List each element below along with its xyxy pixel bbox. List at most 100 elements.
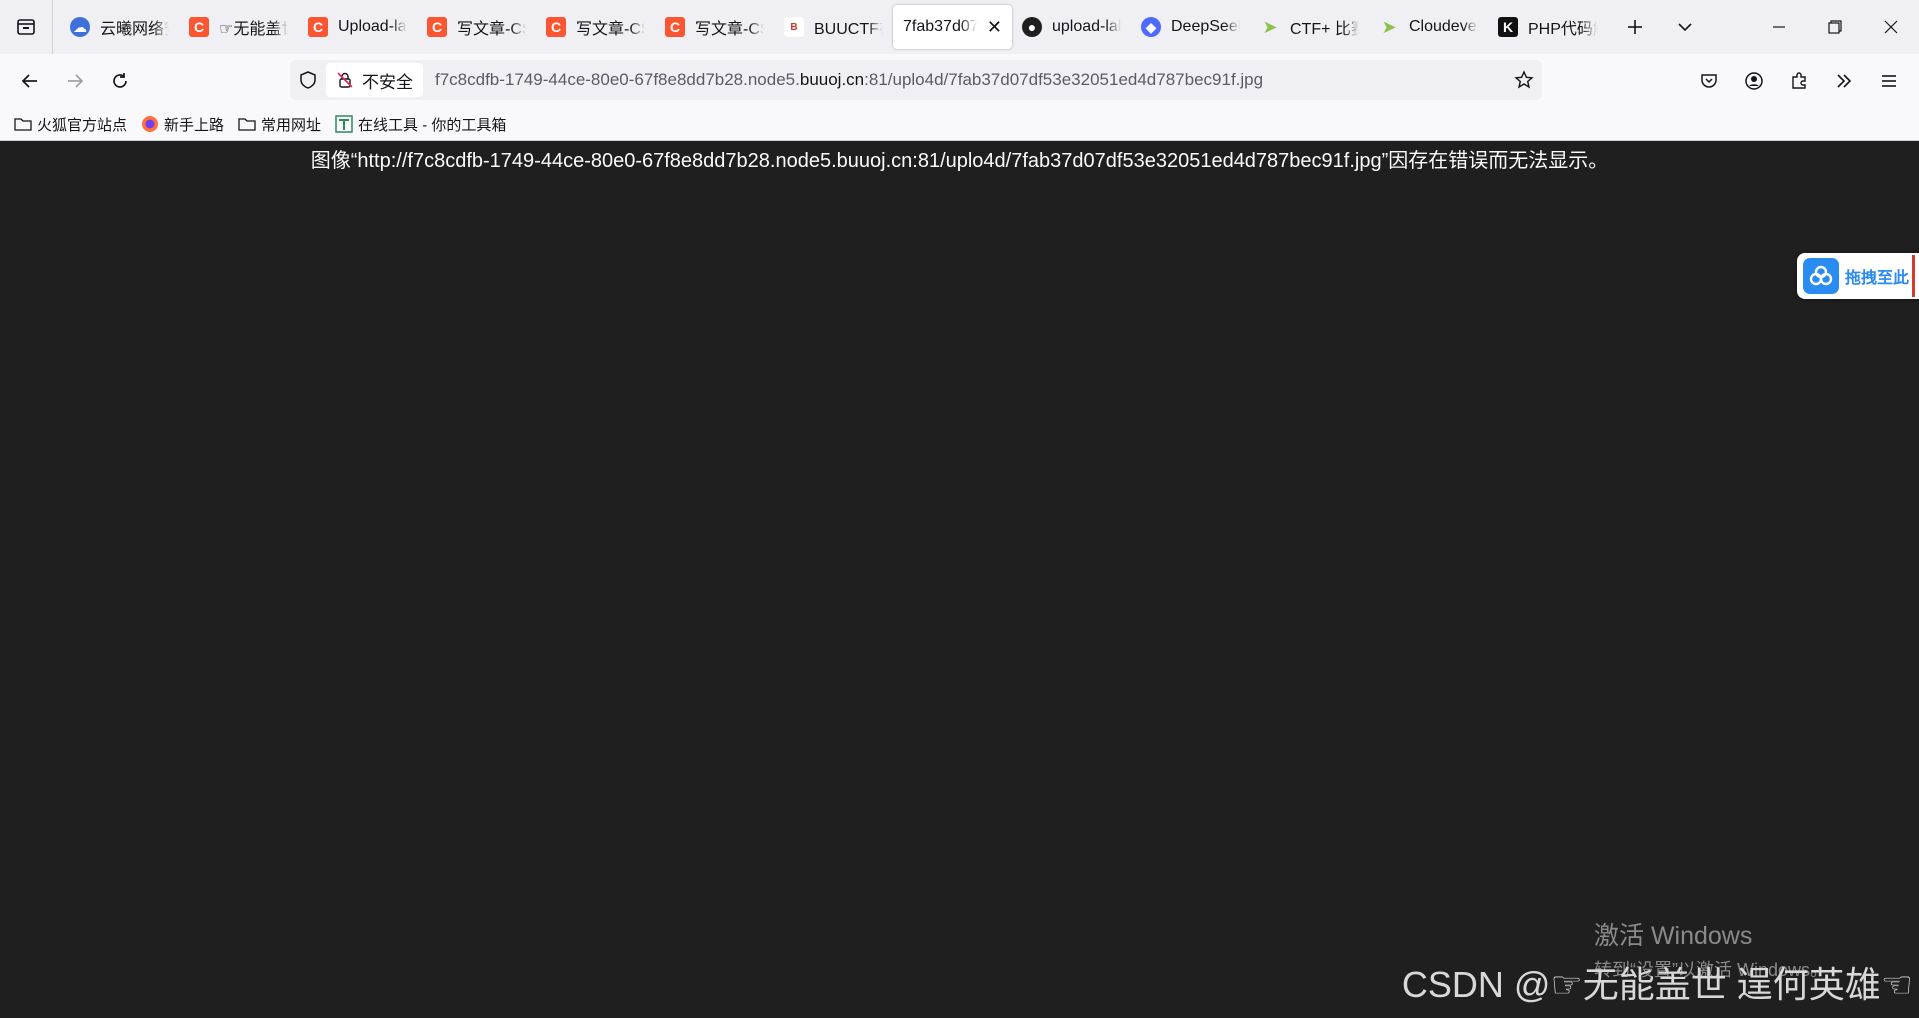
restore-icon [1828,20,1842,34]
account-icon [1745,72,1763,90]
netdisk-cloud-icon [1803,258,1839,294]
bookmark-firefox-official[interactable]: 火狐官方站点 [14,114,127,135]
navigation-toolbar: 不安全 f7c8cdfb-1749-44ce-80e0-67f8e8dd7b28… [0,54,1919,108]
cloud-icon: ☁ [70,17,90,37]
chevron-down-icon [1678,23,1692,32]
minimize-button[interactable] [1751,0,1807,54]
tab-buuctf[interactable]: B BUUCTF在线 [774,5,893,49]
minimize-icon [1773,26,1785,28]
tab-deepseek[interactable]: ◆ DeepSeek [1131,5,1250,49]
tab-write-article-1[interactable]: C 写文章-CSDN [417,5,536,49]
tab-write-article-2[interactable]: C 写文章-CSDN [536,5,655,49]
tab-label: upload-labs [1052,18,1121,35]
drop-widget-label: 拖拽至此 [1845,270,1910,287]
close-tab-icon[interactable]: ✕ [987,18,1002,36]
forward-button[interactable] [55,61,95,101]
csdn-icon: C [308,17,328,37]
bookmarks-toolbar: 火狐官方站点 新手上路 常用网址 在线工具 - 你的工具箱 [0,108,1919,141]
hamburger-icon [1882,75,1896,87]
arrow-right-icon [68,74,84,88]
shield-icon [300,71,316,89]
csdn-icon: C [427,17,447,37]
folder-icon [238,118,256,131]
insecure-label: 不安全 [362,72,413,92]
tab-strip: ☁云曦网络安全 C☞无能盖世 CUpload-labs C写文章-CSDN C写… [0,0,1919,54]
reload-button[interactable] [100,61,140,101]
reload-icon [113,73,127,88]
tracking-protection-button[interactable] [290,60,326,100]
plus-icon [1628,20,1642,34]
csdn-icon: C [546,17,566,37]
close-window-button[interactable] [1863,0,1919,54]
ctf-icon: ➤ [1381,16,1397,37]
tab-label: BUUCTF在线 [814,21,883,38]
activate-title: 激活 Windows [1594,922,1753,950]
deepseek-icon: ◆ [1141,17,1161,37]
tab-upload-labs-github[interactable]: ● upload-labs [1012,5,1131,49]
csdn-icon: C [665,17,685,37]
insecure-lock-icon [337,72,353,88]
list-all-tabs-button[interactable] [1665,7,1705,47]
tab-label: 写文章-CSDN [576,21,645,38]
tab-upload-labs-csdn[interactable]: C Upload-labs [298,5,417,49]
tab-label: CTF+ 比赛 [1290,21,1359,38]
connection-insecure-button[interactable]: 不安全 [326,63,423,97]
bookmark-label: 常用网址 [261,116,322,134]
tab-active-image[interactable]: 7fab37d07 ✕ [893,5,1012,49]
ctf-icon: ➤ [1262,16,1278,37]
firefox-icon [142,116,159,132]
tab-label: 写文章-CSDN [695,21,764,38]
csdn-icon: C [189,17,209,37]
drop-widget-edge [1912,255,1915,297]
star-icon [1514,70,1534,89]
bookmark-label: 新手上路 [164,116,225,134]
image-error-message: 图像“http://f7c8cdfb-1749-44ce-80e0-67f8e8… [310,150,1609,172]
bookmark-online-tools[interactable]: 在线工具 - 你的工具箱 [335,114,506,135]
url-bar[interactable]: 不安全 f7c8cdfb-1749-44ce-80e0-67f8e8dd7b28… [290,60,1542,100]
k-icon: K [1498,17,1518,37]
github-icon: ● [1022,17,1042,37]
tab-cloudeven[interactable]: ➤ Cloudeven [1369,5,1488,49]
bookmark-label: 火狐官方站点 [37,116,128,134]
double-chevron-right-icon [1837,74,1852,88]
bookmark-getting-started[interactable]: 新手上路 [141,114,224,135]
firefox-view-icon [17,19,35,35]
tab-yunxi[interactable]: ☁ 云曦网络安全 [60,5,179,49]
tab-label: Cloudeven [1409,18,1478,35]
tab-write-article-3[interactable]: C 写文章-CSDN [655,5,774,49]
folder-icon [14,118,32,131]
tab-label: 7fab37d07 [903,18,977,35]
csdn-watermark: CSDN @☞无能盖世 逞何英雄☜ [1401,964,1913,1005]
tab-csdn-profile[interactable]: C ☞无能盖世 [179,5,298,49]
new-tab-button[interactable] [1615,7,1655,47]
account-button[interactable] [1734,61,1774,101]
restore-button[interactable] [1807,0,1863,54]
tools-icon [335,115,353,133]
close-icon [1884,20,1898,34]
app-menu-button[interactable] [1869,61,1909,101]
tab-ctf-contest[interactable]: ➤ CTF+ 比赛 [1250,5,1369,49]
overflow-button[interactable] [1824,61,1864,101]
baidu-netdisk-drop-widget[interactable]: 拖拽至此 [1797,253,1919,299]
buuctf-icon: B [784,17,804,37]
url-prefix: f7c8cdfb-1749-44ce-80e0-67f8e8dd7b28.nod… [435,70,800,89]
url-domain: buuoj.cn [799,70,865,89]
url-text[interactable]: f7c8cdfb-1749-44ce-80e0-67f8e8dd7b28.nod… [435,70,1263,90]
tab-label: ☞无能盖世 [219,21,288,38]
extensions-button[interactable] [1779,61,1819,101]
pocket-button[interactable] [1689,61,1729,101]
tab-label: DeepSeek [1171,18,1240,35]
tab-php-decode[interactable]: K PHP代码解 [1488,5,1607,49]
bookmark-label: 在线工具 - 你的工具箱 [358,116,507,134]
tab-label: PHP代码解 [1528,21,1597,38]
firefox-view-button[interactable] [0,0,53,54]
page-content: 图像“http://f7c8cdfb-1749-44ce-80e0-67f8e8… [0,141,1919,1018]
pocket-icon [1701,74,1717,88]
bookmark-star-button[interactable] [1514,60,1534,100]
url-suffix: :81/uplo4d/7fab37d07df53e32051ed4d787bec… [864,70,1264,89]
back-button[interactable] [10,61,50,101]
bookmark-common-sites[interactable]: 常用网址 [238,114,321,135]
puzzle-icon [1792,72,1806,89]
tab-label: 云曦网络安全 [100,21,169,38]
arrow-left-icon [21,74,37,88]
